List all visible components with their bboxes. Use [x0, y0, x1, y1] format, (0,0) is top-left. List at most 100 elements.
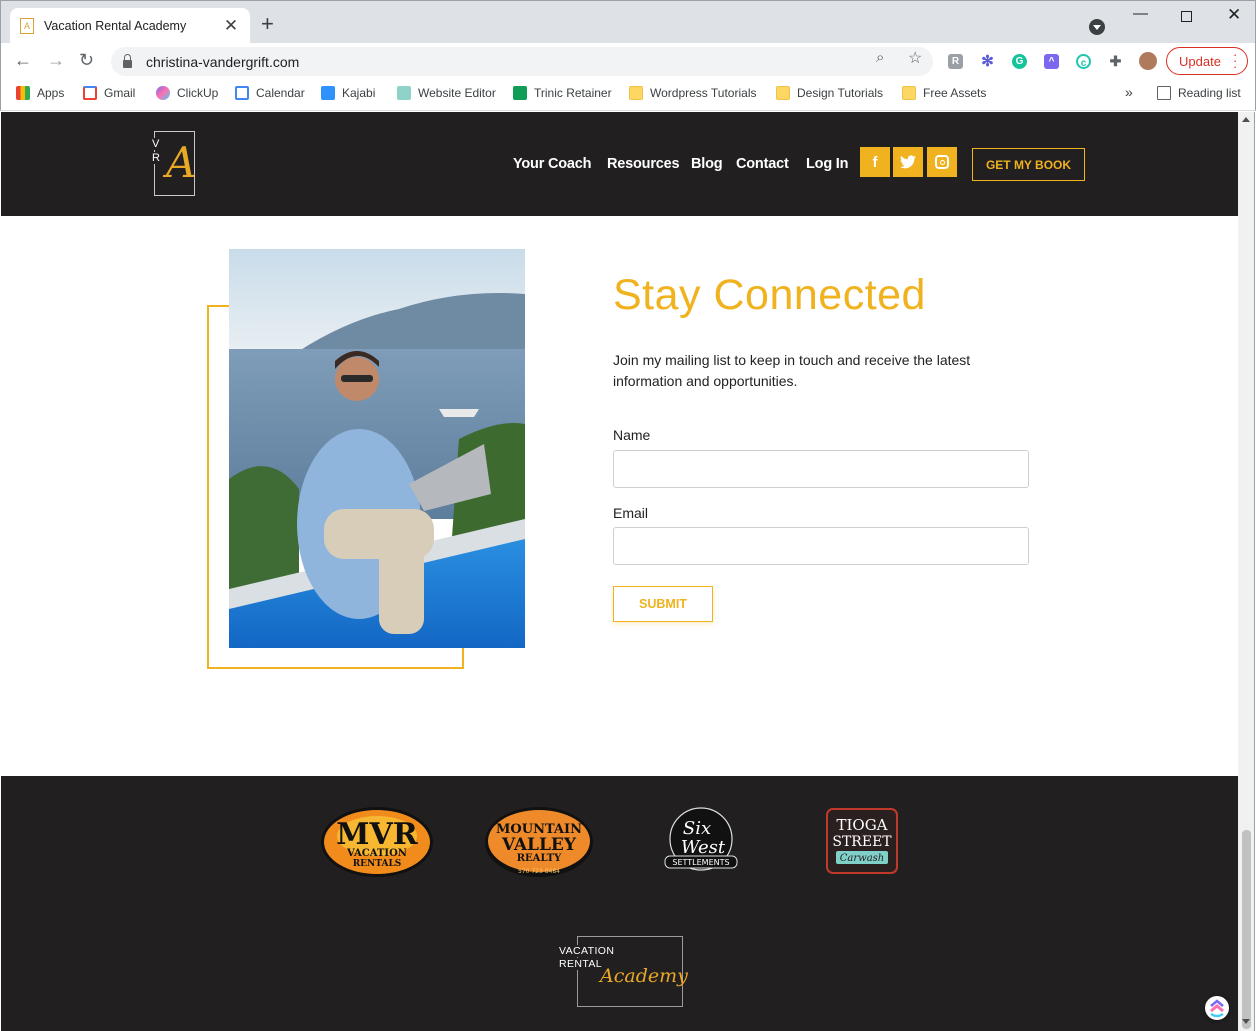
extension-loop-icon[interactable]: c [1076, 54, 1091, 69]
instagram-glyph [935, 155, 949, 169]
bookmark-label: Calendar [256, 86, 305, 100]
bookmark-label: Trinic Retainer [534, 86, 612, 100]
folder-icon [776, 86, 790, 100]
sponsor-tioga-line3: Carwash [840, 853, 885, 864]
email-label: Email [613, 505, 649, 521]
bookmark-website-editor[interactable]: Website Editor [397, 86, 496, 100]
logo-letter-r: R [151, 152, 161, 164]
site-header: V R A Your Coach Resources Blog Contact … [1, 112, 1238, 216]
extension-r-icon[interactable]: R [948, 54, 963, 69]
reload-icon[interactable]: ↻ [79, 51, 94, 69]
sponsor-mvr-line1: MVR [336, 817, 418, 852]
nav-blog[interactable]: Blog [691, 156, 723, 172]
stay-connected-heading: Stay Connected [613, 271, 926, 319]
forward-icon[interactable]: → [47, 51, 65, 69]
bookmark-wordpress-tutorials[interactable]: Wordpress Tutorials [629, 86, 756, 100]
website-editor-icon [397, 86, 411, 100]
bookmark-design-tutorials[interactable]: Design Tutorials [776, 86, 883, 100]
bookmark-calendar[interactable]: Calendar [235, 86, 305, 100]
footer-logo[interactable]: VACATION RENTAL Academy [557, 936, 688, 1007]
bookmarks-overflow-icon[interactable]: » [1125, 84, 1133, 100]
sponsor-sixwest-line2: West [681, 837, 726, 858]
site-footer: MVR VACATION RENTALS MOUNTAIN VALLEY REA… [1, 776, 1238, 1031]
nav-contact[interactable]: Contact [736, 156, 789, 172]
bookmarks-bar: Apps Gmail ClickUp Calendar Kajabi Websi… [0, 79, 1256, 111]
extension-spark-icon[interactable]: ✻ [980, 54, 995, 69]
sponsor-mountain-valley-logo[interactable]: MOUNTAIN VALLEY REALTY 570 723 8484 [485, 807, 593, 877]
sponsor-six-west-logo[interactable]: Six West SETTLEMENTS [661, 806, 741, 876]
address-bar[interactable]: christina-vandergrift.com [111, 47, 933, 76]
nav-your-coach[interactable]: Your Coach [513, 156, 591, 172]
nav-log-in[interactable]: Log In [806, 156, 848, 172]
new-tab-button[interactable]: + [261, 13, 274, 35]
clickup-fab-icon[interactable] [1205, 996, 1229, 1020]
coach-photo [229, 249, 525, 648]
bookmark-gmail[interactable]: Gmail [83, 86, 135, 100]
bookmark-kajabi[interactable]: Kajabi [321, 86, 375, 100]
maximize-icon[interactable] [1181, 11, 1192, 22]
site-logo[interactable]: V R A [151, 131, 197, 196]
zoom-icon[interactable]: ⌕ [876, 49, 884, 66]
submit-button[interactable]: SUBMIT [613, 586, 713, 622]
scrollbar-thumb[interactable] [1242, 830, 1251, 1029]
gmail-icon [83, 86, 97, 100]
extensions-puzzle-icon[interactable]: ✚ [1108, 54, 1123, 69]
browser-tab[interactable]: A Vacation Rental Academy ✕ [10, 8, 250, 44]
footer-logo-line2: RENTAL [557, 958, 605, 970]
webpage: V R A Your Coach Resources Blog Contact … [1, 112, 1238, 1031]
tab-search-icon[interactable] [1089, 19, 1105, 35]
logo-letter-a: A [166, 138, 197, 187]
sponsor-mvr-line2: VACATION [346, 848, 407, 859]
back-icon[interactable]: ← [14, 51, 32, 69]
update-button[interactable]: Update · · · [1166, 47, 1248, 75]
sheets-icon [513, 86, 527, 100]
bookmark-label: Website Editor [418, 86, 496, 100]
grammarly-icon[interactable]: G [1012, 54, 1027, 69]
sponsor-tioga-line2: STREET [832, 834, 892, 850]
reading-list-button[interactable]: Reading list [1157, 86, 1241, 100]
profile-avatar[interactable] [1139, 52, 1157, 70]
instagram-icon[interactable] [927, 147, 957, 177]
nav-resources[interactable]: Resources [607, 156, 680, 172]
twitter-icon[interactable] [893, 147, 923, 177]
apps-grid-icon [16, 86, 30, 100]
sponsor-mv-line2: VALLEY [501, 835, 577, 855]
sponsor-mvr-logo[interactable]: MVR VACATION RENTALS [320, 806, 434, 878]
more-menu-icon[interactable]: · · · [1233, 48, 1237, 73]
scroll-down-icon[interactable] [1242, 1019, 1250, 1024]
bookmark-clickup[interactable]: ClickUp [156, 86, 218, 100]
page-scrollbar[interactable] [1238, 112, 1255, 1031]
tab-close-icon[interactable]: ✕ [222, 17, 240, 35]
window-close-icon[interactable]: ✕ [1227, 5, 1241, 25]
bookmark-apps[interactable]: Apps [16, 86, 64, 100]
get-my-book-button[interactable]: GET MY BOOK [972, 148, 1085, 181]
clickup-icon [156, 86, 170, 100]
bookmark-label: Kajabi [342, 86, 376, 100]
kajabi-icon [321, 86, 335, 100]
footer-logo-line1: VACATION [557, 945, 617, 957]
bookmark-star-icon[interactable]: ☆ [908, 48, 922, 68]
name-input[interactable] [613, 450, 1029, 488]
folder-icon [902, 86, 916, 100]
update-label: Update [1179, 53, 1221, 69]
logo-letter-v: V [151, 138, 161, 150]
minimize-icon[interactable]: — [1133, 5, 1148, 22]
bookmark-label: Gmail [104, 86, 136, 100]
sponsor-mv-line4: 570 723 8484 [518, 868, 560, 875]
clickup-extension-icon[interactable]: ^ [1044, 54, 1059, 69]
sponsor-tioga-street-logo[interactable]: TIOGA STREET Carwash [826, 808, 898, 874]
email-input[interactable] [613, 527, 1029, 565]
facebook-icon[interactable]: f [860, 147, 890, 177]
scroll-up-icon[interactable] [1242, 117, 1250, 122]
sponsor-sixwest-line1: Six [683, 818, 711, 839]
name-label: Name [613, 427, 651, 443]
bookmark-label: Free Assets [923, 86, 987, 100]
bookmark-free-assets[interactable]: Free Assets [902, 86, 986, 100]
lock-icon [123, 53, 132, 68]
reading-list-icon [1157, 86, 1171, 100]
twitter-bird-icon [900, 155, 916, 169]
browser-toolbar: ← → ↻ christina-vandergrift.com ⌕ ☆ R ✻ … [0, 43, 1256, 79]
bookmark-trinic-retainer[interactable]: Trinic Retainer [513, 86, 612, 100]
sponsor-mvr-line3: RENTALS [353, 859, 402, 869]
bookmark-label: Wordpress Tutorials [650, 86, 757, 100]
